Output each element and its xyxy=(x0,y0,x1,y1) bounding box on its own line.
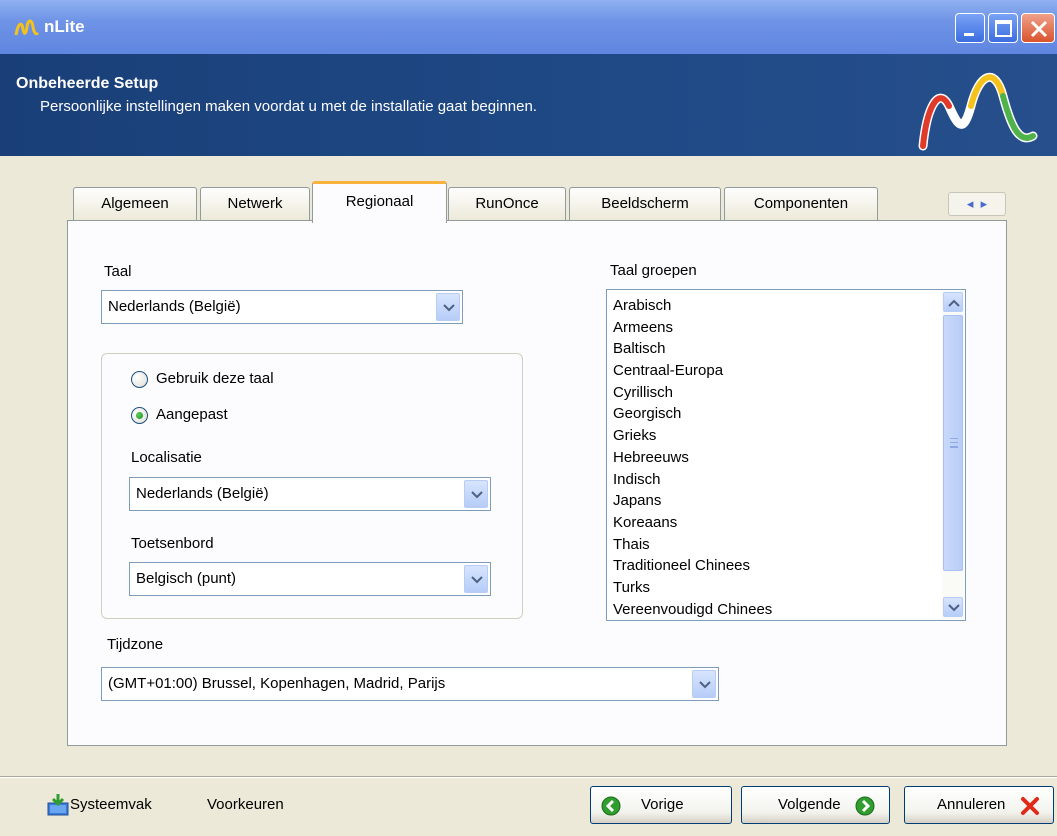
radio-circle-checked[interactable] xyxy=(131,407,148,424)
list-item[interactable]: Indisch xyxy=(613,469,772,491)
scrollbar-thumb[interactable] xyxy=(943,315,963,571)
list-item[interactable]: Georgisch xyxy=(613,403,772,425)
scroll-down-button[interactable] xyxy=(943,597,963,617)
list-item[interactable]: Grieks xyxy=(613,425,772,447)
radio-label: Gebruik deze taal xyxy=(156,370,274,387)
window-title: nLite xyxy=(44,17,85,36)
next-button[interactable]: Volgende xyxy=(741,786,890,824)
toetsenbord-select[interactable]: Belgisch (punt) xyxy=(129,562,491,596)
scroll-up-button[interactable] xyxy=(943,292,963,312)
radio-circle[interactable] xyxy=(131,371,148,388)
list-item[interactable]: Traditioneel Chinees xyxy=(613,555,772,577)
minimize-icon xyxy=(964,33,974,36)
page-title: Onbeheerde Setup xyxy=(16,75,159,92)
vertical-scrollbar[interactable] xyxy=(942,291,964,619)
toetsenbord-label: Toetsenbord xyxy=(131,535,214,552)
tab-algemeen[interactable]: Algemeen xyxy=(73,187,197,221)
chevron-right-icon[interactable]: ▸ xyxy=(981,196,988,211)
list-item[interactable]: Hebreeuws xyxy=(613,447,772,469)
taal-groepen-label: Taal groepen xyxy=(610,262,697,279)
maximize-icon xyxy=(995,20,1012,37)
list-item[interactable]: Koreaans xyxy=(613,512,772,534)
taal-groepen-list[interactable]: Arabisch Armeens Baltisch Centraal-Europ… xyxy=(606,289,966,621)
chevron-down-icon[interactable] xyxy=(464,480,488,508)
chevron-left-icon[interactable]: ◂ xyxy=(967,196,974,211)
tab-regionaal[interactable]: Regionaal xyxy=(312,181,447,223)
tijdzone-select-value: (GMT+01:00) Brussel, Kopenhagen, Madrid,… xyxy=(108,675,446,692)
cross-icon xyxy=(1021,797,1039,815)
toetsenbord-select-value: Belgisch (punt) xyxy=(136,570,237,587)
chevron-down-icon[interactable] xyxy=(436,293,460,321)
list-item[interactable]: Arabisch xyxy=(613,295,772,317)
list-item[interactable]: Turks xyxy=(613,577,772,599)
preferences-link[interactable]: Voorkeuren xyxy=(207,796,284,813)
list-item[interactable]: Armeens xyxy=(613,317,772,339)
radio-aangepast[interactable]: Aangepast xyxy=(131,405,351,427)
tab-scroll-buttons[interactable]: ◂ ▸ xyxy=(948,192,1006,216)
tijdzone-label: Tijdzone xyxy=(107,636,164,653)
title-bar[interactable]: nLite xyxy=(0,0,1057,54)
list-item[interactable]: Baltisch xyxy=(613,338,772,360)
chevron-down-icon[interactable] xyxy=(692,670,716,698)
back-button-label: Vorige xyxy=(641,796,684,813)
tab-componenten[interactable]: Componenten xyxy=(724,187,878,221)
localisatie-label: Localisatie xyxy=(131,449,202,466)
tab-beeldscherm[interactable]: Beeldscherm xyxy=(569,187,721,221)
back-button[interactable]: Vorige xyxy=(590,786,732,824)
maximize-button[interactable] xyxy=(988,13,1018,43)
systray-link[interactable]: Systeemvak xyxy=(70,796,152,813)
systray-icon[interactable] xyxy=(46,793,70,817)
list-item[interactable]: Japans xyxy=(613,490,772,512)
chevron-down-icon[interactable] xyxy=(464,565,488,593)
taal-select-value: Nederlands (België) xyxy=(108,298,241,315)
taal-select[interactable]: Nederlands (België) xyxy=(101,290,463,324)
grip-icon xyxy=(950,438,958,448)
localisatie-select[interactable]: Nederlands (België) xyxy=(129,477,491,511)
localisatie-select-value: Nederlands (België) xyxy=(136,485,269,502)
nlite-logo-icon xyxy=(14,19,40,36)
nlite-logo-large-icon xyxy=(918,72,1038,151)
radio-dot xyxy=(136,412,143,419)
list-item[interactable]: Centraal-Europa xyxy=(613,360,772,382)
chevron-up-icon xyxy=(948,299,960,307)
nlite-window: nLite Onbeheerde Setup Persoonlijke inst… xyxy=(0,0,1057,836)
close-icon xyxy=(1030,20,1048,38)
tijdzone-select[interactable]: (GMT+01:00) Brussel, Kopenhagen, Madrid,… xyxy=(101,667,719,701)
footer-divider xyxy=(0,776,1057,778)
radio-gebruik-deze-taal[interactable]: Gebruik deze taal xyxy=(131,369,351,391)
list-item[interactable]: Cyrillisch xyxy=(613,382,772,404)
radio-label: Aangepast xyxy=(156,406,228,423)
list-item[interactable]: Vereenvoudigd Chinees xyxy=(613,599,772,621)
chevron-down-icon xyxy=(948,604,960,612)
tab-netwerk[interactable]: Netwerk xyxy=(200,187,310,221)
arrow-left-icon xyxy=(601,796,621,816)
cancel-button-label: Annuleren xyxy=(937,796,1006,813)
arrow-right-icon xyxy=(855,796,875,816)
tab-runonce[interactable]: RunOnce xyxy=(448,187,566,221)
taal-label: Taal xyxy=(104,263,132,280)
next-button-label: Volgende xyxy=(778,796,841,813)
header-banner: Onbeheerde Setup Persoonlijke instelling… xyxy=(0,54,1057,156)
cancel-button[interactable]: Annuleren xyxy=(904,786,1054,824)
list-item[interactable]: Thais xyxy=(613,534,772,556)
minimize-button[interactable] xyxy=(955,13,985,43)
page-subtitle: Persoonlijke instellingen maken voordat … xyxy=(40,98,537,115)
close-button[interactable] xyxy=(1021,13,1055,43)
